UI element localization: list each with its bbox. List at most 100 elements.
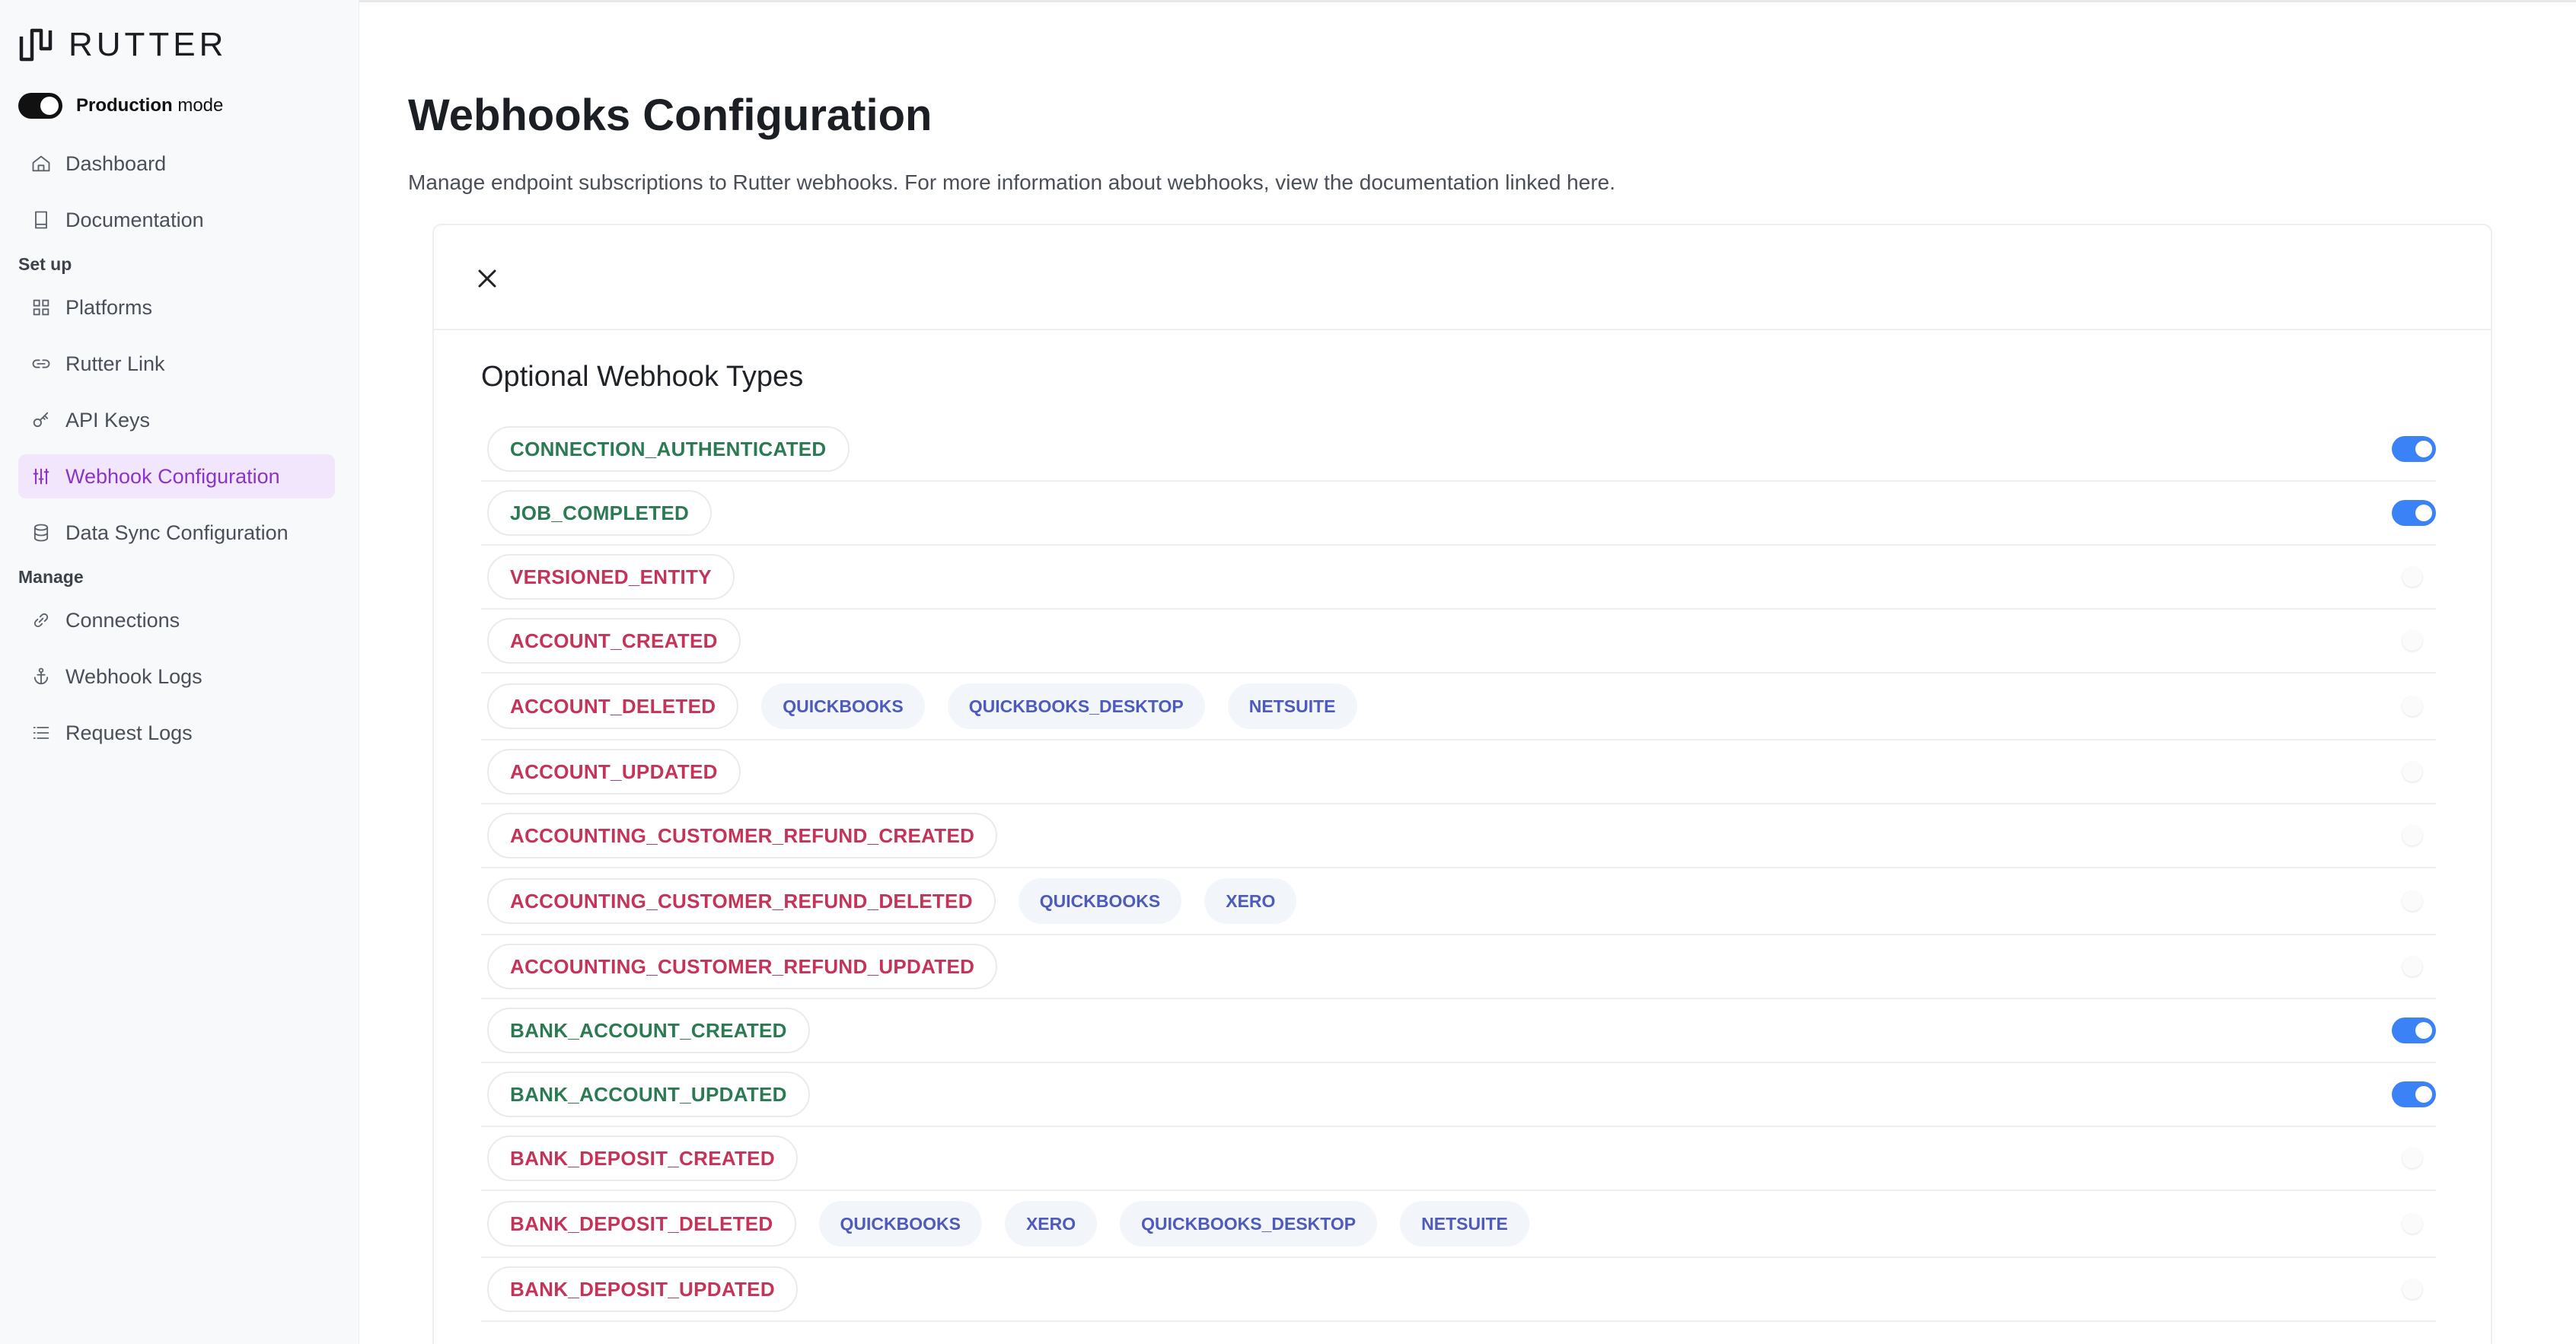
- webhook-type-badge: JOB_COMPLETED: [487, 490, 713, 536]
- webhook-toggle[interactable]: [2392, 436, 2436, 462]
- sidebar-item-label: Connections: [65, 608, 180, 632]
- sidebar-item-webhook-configuration[interactable]: Webhook Configuration: [18, 454, 335, 498]
- sidebar-item-api-keys[interactable]: API Keys: [18, 398, 335, 442]
- page-title: Webhooks Configuration: [408, 91, 933, 140]
- webhook-toggle[interactable]: [2402, 891, 2422, 911]
- webhook-type-badge: ACCOUNTING_CUSTOMER_REFUND_DELETED: [487, 878, 996, 924]
- webhook-type-badge: ACCOUNT_UPDATED: [487, 749, 741, 795]
- webhook-toggle[interactable]: [2392, 1081, 2436, 1107]
- webhook-type-badge: BANK_ACCOUNT_UPDATED: [487, 1072, 810, 1117]
- webhook-row: BANK_DEPOSIT_DELETED QUICKBOOKS XERO QUICKB…: [481, 1191, 2436, 1258]
- app-root: RUTTER Production mode Dashboard Documen…: [0, 0, 2576, 1344]
- sliders-icon: [33, 468, 49, 485]
- webhook-type-badge: VERSIONED_ENTITY: [487, 554, 735, 600]
- sidebar-item-connections[interactable]: Connections: [18, 598, 335, 642]
- webhook-toggle[interactable]: [2392, 500, 2436, 526]
- section-label-setup: Set up: [18, 254, 72, 274]
- sidebar-item-label: Rutter Link: [65, 352, 165, 375]
- mode-label: Production mode: [76, 95, 223, 116]
- platform-tag: NETSUITE: [1227, 683, 1357, 729]
- sidebar-item-label: Data Sync Configuration: [65, 521, 289, 544]
- webhook-row: BANK_DEPOSIT_CREATED: [481, 1127, 2436, 1191]
- list-icon: [33, 727, 49, 739]
- sidebar-item-documentation[interactable]: Documentation: [18, 198, 335, 242]
- sidebar-nav: Dashboard Documentation Set up Platforms…: [18, 142, 335, 767]
- webhook-row: VERSIONED_ENTITY: [481, 546, 2436, 610]
- webhook-type-badge: ACCOUNT_CREATED: [487, 618, 741, 664]
- webhook-toggle[interactable]: [2402, 957, 2422, 976]
- webhook-row: JOB_COMPLETED: [481, 482, 2436, 546]
- sidebar-item-dashboard[interactable]: Dashboard: [18, 142, 335, 186]
- link-icon: [32, 359, 50, 368]
- key-icon: [33, 412, 49, 428]
- webhook-type-badge: BANK_ACCOUNT_CREATED: [487, 1008, 810, 1053]
- webhook-toggle[interactable]: [2402, 631, 2422, 651]
- page-description: Manage endpoint subscriptions to Rutter …: [408, 170, 1616, 194]
- sidebar: RUTTER Production mode Dashboard Documen…: [0, 0, 359, 1344]
- webhook-row: ACCOUNTING_CUSTOMER_REFUND_UPDATED: [481, 935, 2436, 999]
- anchor-icon: [33, 667, 49, 685]
- production-mode-switch[interactable]: Production mode: [18, 93, 223, 119]
- webhook-row: ACCOUNTING_CUSTOMER_REFUND_DELETED QUICKB…: [481, 868, 2436, 935]
- database-icon: [33, 524, 49, 542]
- webhook-type-badge: BANK_DEPOSIT_UPDATED: [487, 1266, 798, 1312]
- sidebar-item-label: Documentation: [65, 208, 204, 231]
- webhook-toggle[interactable]: [2402, 696, 2422, 716]
- webhook-row: ACCOUNTING_CUSTOMER_REFUND_CREATED: [481, 804, 2436, 868]
- webhook-row: BANK_ACCOUNT_UPDATED: [481, 1063, 2436, 1127]
- sidebar-item-rutter-link[interactable]: Rutter Link: [18, 342, 335, 386]
- webhook-type-badge: BANK_DEPOSIT_DELETED: [487, 1201, 796, 1247]
- card-header: [434, 225, 2491, 330]
- webhook-list: CONNECTION_AUTHENTICATED JOB_COMPLETED VER…: [481, 418, 2436, 1322]
- webhook-type-badge: ACCOUNTING_CUSTOMER_REFUND_CREATED: [487, 813, 998, 858]
- webhook-row: CONNECTION_AUTHENTICATED: [481, 418, 2436, 482]
- webhook-row: ACCOUNT_UPDATED: [481, 740, 2436, 804]
- sidebar-item-label: Dashboard: [65, 151, 167, 175]
- webhook-toggle[interactable]: [2402, 762, 2422, 782]
- top-divider: [359, 0, 2576, 2]
- webhook-type-badge: ACCOUNTING_CUSTOMER_REFUND_UPDATED: [487, 944, 998, 989]
- platform-tag: QUICKBOOKS_DESKTOP: [1120, 1201, 1378, 1247]
- webhook-type-badge: CONNECTION_AUTHENTICATED: [487, 426, 850, 472]
- platform-tag: QUICKBOOKS_DESKTOP: [947, 683, 1205, 729]
- webhook-row: BANK_ACCOUNT_CREATED: [481, 999, 2436, 1063]
- sidebar-item-label: Request Logs: [65, 721, 193, 744]
- webhook-toggle[interactable]: [2402, 1279, 2422, 1299]
- webhook-row: ACCOUNT_CREATED: [481, 610, 2436, 674]
- webhook-toggle[interactable]: [2402, 567, 2422, 587]
- sidebar-item-label: Platforms: [65, 295, 153, 319]
- webhook-toggle[interactable]: [2402, 1148, 2422, 1168]
- webhook-toggle[interactable]: [2392, 1018, 2436, 1043]
- section-label-manage: Manage: [18, 567, 84, 587]
- webhook-toggle[interactable]: [2402, 1214, 2422, 1234]
- platform-tag: QUICKBOOKS: [818, 1201, 982, 1247]
- sidebar-item-data-sync-configuration[interactable]: Data Sync Configuration: [18, 511, 335, 555]
- chain-icon: [33, 613, 49, 628]
- sidebar-item-label: Webhook Logs: [65, 664, 202, 688]
- sidebar-item-label: Webhook Configuration: [65, 464, 280, 488]
- webhook-type-badge: BANK_DEPOSIT_CREATED: [487, 1135, 798, 1181]
- brand-logo[interactable]: RUTTER: [17, 26, 227, 64]
- webhook-type-badge: ACCOUNT_DELETED: [487, 683, 739, 729]
- mode-toggle[interactable]: [18, 93, 62, 119]
- webhook-toggle[interactable]: [2402, 826, 2422, 846]
- grid-icon: [33, 299, 49, 316]
- home-icon: [32, 155, 50, 172]
- brand-name: RUTTER: [69, 26, 228, 63]
- platform-tag: QUICKBOOKS: [1018, 878, 1182, 924]
- close-icon[interactable]: [472, 263, 502, 294]
- webhook-row: ACCOUNT_DELETED QUICKBOOKS QUICKBOOKS_DESK…: [481, 674, 2436, 740]
- mode-label-bold: Production: [76, 95, 173, 116]
- sidebar-item-label: API Keys: [65, 408, 151, 432]
- webhook-types-card: Optional Webhook Types CONNECTION_AUTHEN…: [432, 224, 2492, 1344]
- platform-tag: XERO: [1004, 1201, 1098, 1247]
- sidebar-item-request-logs[interactable]: Request Logs: [18, 711, 335, 755]
- section-title: Optional Webhook Types: [481, 361, 804, 393]
- sidebar-item-platforms[interactable]: Platforms: [18, 285, 335, 330]
- webhook-row: BANK_DEPOSIT_UPDATED: [481, 1258, 2436, 1322]
- platform-tag: NETSUITE: [1400, 1201, 1529, 1247]
- platform-tag: XERO: [1204, 878, 1297, 924]
- book-icon: [35, 211, 47, 229]
- platform-tag: QUICKBOOKS: [761, 683, 925, 729]
- sidebar-item-webhook-logs[interactable]: Webhook Logs: [18, 654, 335, 699]
